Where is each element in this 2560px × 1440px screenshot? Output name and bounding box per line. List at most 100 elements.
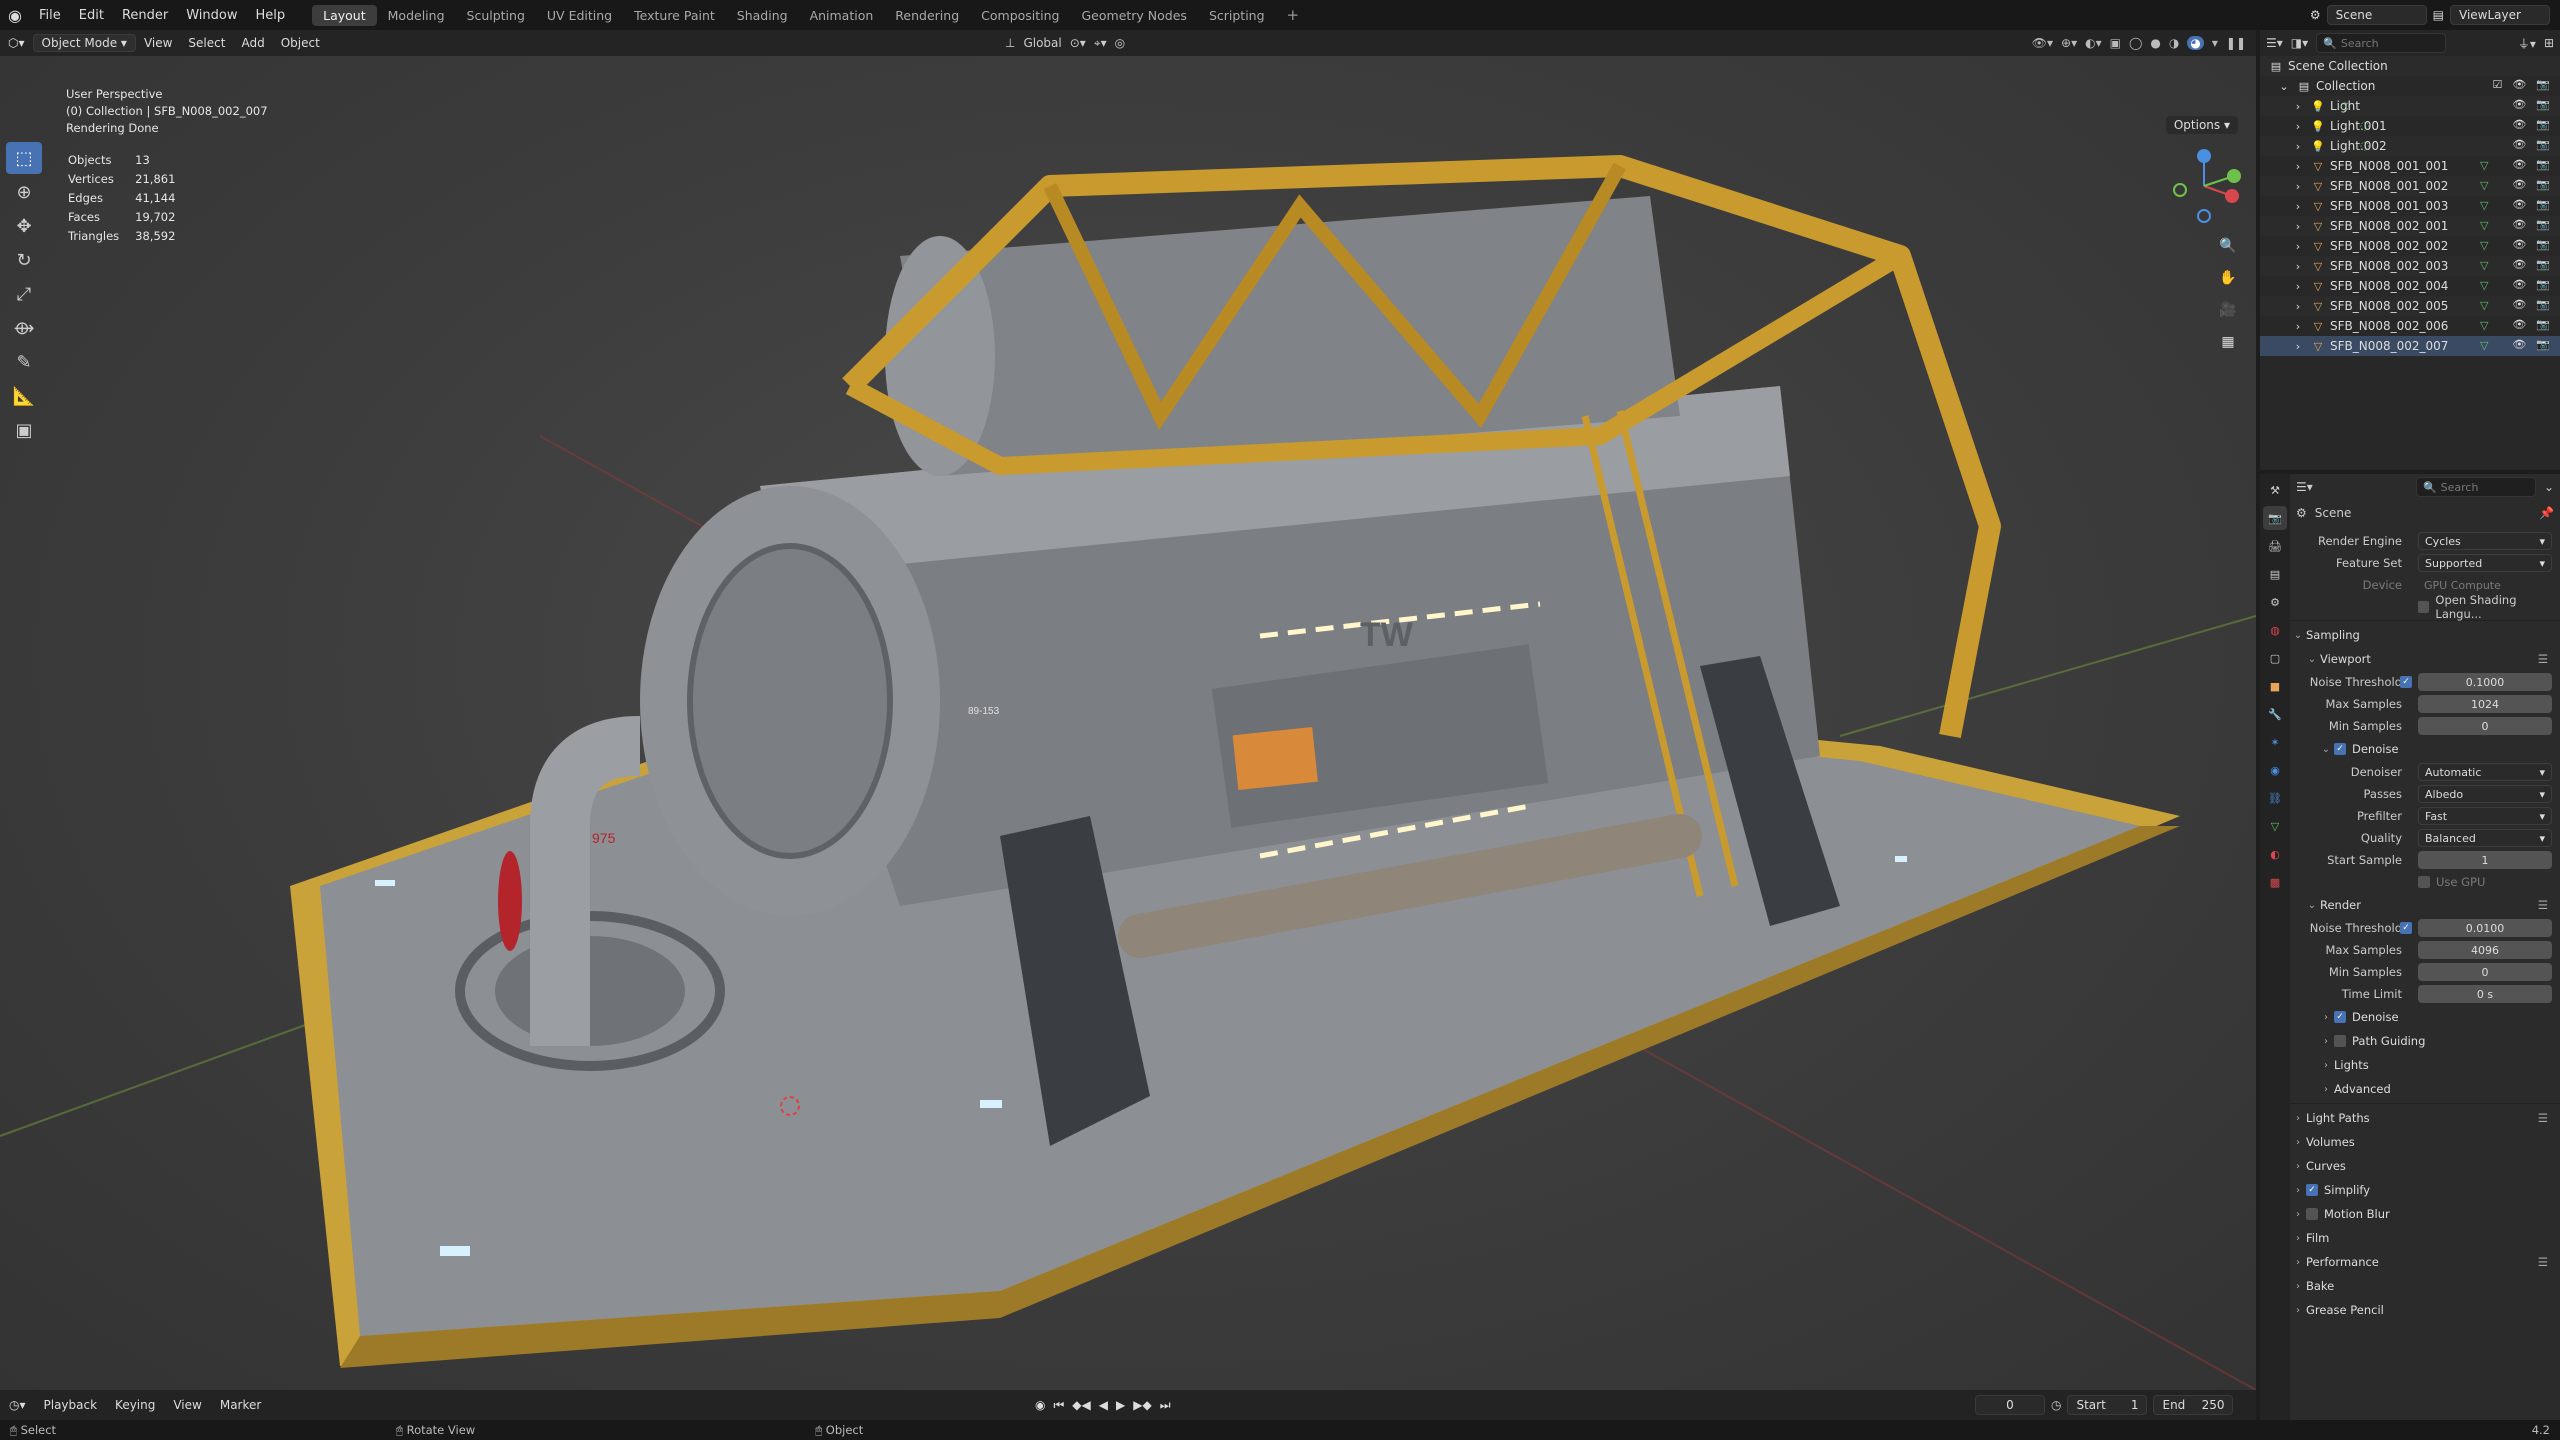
outliner-item[interactable]: › ▽ SFB_N008_002_004 ▽ 👁 📷 (2260, 276, 2560, 296)
cursor-tool-icon[interactable]: ⊕ (6, 176, 42, 208)
outliner-item[interactable]: › ▽ SFB_N008_002_005 ▽ 👁 📷 (2260, 296, 2560, 316)
blender-logo-icon[interactable]: ◉ (0, 0, 30, 30)
pivot-icon[interactable]: ⊙▾ (1070, 36, 1086, 50)
add-workspace-icon[interactable]: + (1276, 3, 1311, 27)
start-frame-field[interactable]: Start 1 (2067, 1395, 2148, 1415)
tab-uv-editing[interactable]: UV Editing (536, 5, 623, 26)
viewport-max-samples-field[interactable]: 1024 (2418, 695, 2552, 713)
solid-shading-icon[interactable]: ● (2150, 36, 2160, 50)
chevron-down-icon[interactable]: ⌄ (2544, 480, 2554, 494)
feature-set-dropdown[interactable]: Supported ▾ (2418, 554, 2552, 572)
move-tool-icon[interactable]: ✥ (6, 210, 42, 242)
measure-tool-icon[interactable]: 📐 (6, 380, 42, 412)
eye-icon[interactable]: 👁 (2512, 98, 2526, 111)
viewport-min-samples-field[interactable]: 0 (2418, 717, 2552, 735)
object-tab-icon[interactable]: ■ (2263, 674, 2287, 698)
tab-shading[interactable]: Shading (726, 5, 799, 26)
outliner-item[interactable]: › 💡 Light.002 ◌ 👁 📷 (2260, 136, 2560, 156)
eye-icon[interactable]: 👁 (2512, 178, 2526, 191)
menu-edit[interactable]: Edit (70, 8, 113, 23)
prefilter-dropdown[interactable]: Fast ▾ (2418, 807, 2552, 825)
render-noise-threshold-field[interactable]: 0.0100 (2418, 919, 2552, 937)
add-cube-tool-icon[interactable]: ▣ (6, 414, 42, 446)
performance-panel[interactable]: › Performance ☰ (2290, 1250, 2560, 1274)
editor-type-icon[interactable]: ☰▾ (2296, 480, 2313, 494)
checkbox-icon[interactable]: ✓ (2306, 1184, 2318, 1196)
simplify-panel[interactable]: › ✓ Simplify (2290, 1178, 2560, 1202)
next-keyframe-icon[interactable]: ▶◆ (1133, 1398, 1151, 1412)
ortho-grid-icon[interactable]: ▦ (2214, 328, 2242, 356)
constraints-tab-icon[interactable]: ⛓ (2263, 786, 2287, 810)
options-dropdown[interactable]: Options ▾ (2165, 116, 2238, 134)
camera-icon[interactable]: 📷 (2536, 178, 2550, 191)
use-gpu-checkbox[interactable]: Use GPU (2418, 875, 2485, 889)
chevron-right-icon[interactable]: › (2290, 260, 2306, 273)
menu-help[interactable]: Help (247, 8, 295, 23)
tab-sculpting[interactable]: Sculpting (456, 5, 536, 26)
outliner-item[interactable]: › ▽ SFB_N008_001_003 ▽ 👁 📷 (2260, 196, 2560, 216)
film-panel[interactable]: › Film (2290, 1226, 2560, 1250)
eye-icon[interactable]: 👁 (2512, 338, 2526, 351)
camera-icon[interactable]: 📷 (2536, 78, 2550, 91)
world-tab-icon[interactable]: ◍ (2263, 618, 2287, 642)
eye-icon[interactable]: 👁 (2512, 318, 2526, 331)
outliner-item[interactable]: › 💡 Light ◌ 👁 📷 (2260, 96, 2560, 116)
render-subpanel-header[interactable]: ⌄ Render ☰ (2290, 893, 2560, 917)
camera-icon[interactable]: 📷 (2536, 218, 2550, 231)
modifier-tab-icon[interactable]: 🔧 (2263, 702, 2287, 726)
path-guiding-header[interactable]: › Path Guiding (2290, 1029, 2560, 1053)
checkbox-icon[interactable]: ☑ (2492, 78, 2502, 91)
editor-type-icon[interactable]: ⬡▾ (0, 34, 33, 52)
camera-icon[interactable]: 📷 (2536, 298, 2550, 311)
eye-icon[interactable]: 👁 (2512, 278, 2526, 291)
menu-object[interactable]: Object (273, 34, 328, 52)
pan-hand-icon[interactable]: ✋ (2214, 264, 2242, 292)
material-tab-icon[interactable]: ◐ (2263, 842, 2287, 866)
eye-icon[interactable]: 👁 (2512, 198, 2526, 211)
outliner-item[interactable]: › ▽ SFB_N008_002_003 ▽ 👁 📷 (2260, 256, 2560, 276)
wireframe-shading-icon[interactable]: ◯ (2129, 36, 2142, 50)
zoom-icon[interactable]: 🔍 (2214, 232, 2242, 260)
overlay-icon[interactable]: ◐▾ (2085, 36, 2102, 50)
outliner-item-active[interactable]: › ▽ SFB_N008_002_007 ▽ 👁 📷 (2260, 336, 2560, 356)
play-icon[interactable]: ▶ (1116, 1398, 1125, 1412)
tab-compositing[interactable]: Compositing (970, 5, 1070, 26)
camera-icon[interactable]: 📷 (2536, 258, 2550, 271)
view-layer-field[interactable]: ViewLayer (2450, 5, 2550, 25)
chevron-down-icon[interactable]: ⌄ (2276, 80, 2292, 93)
chevron-right-icon[interactable]: › (2290, 220, 2306, 233)
mode-dropdown[interactable]: Object Mode ▾ (32, 34, 136, 52)
view-layer-tab-icon[interactable]: ▤ (2263, 562, 2287, 586)
clock-icon[interactable]: ◷ (2051, 1398, 2061, 1412)
chevron-right-icon[interactable]: › (2290, 100, 2306, 113)
texture-tab-icon[interactable]: ▩ (2263, 870, 2287, 894)
menu-render[interactable]: Render (113, 8, 177, 23)
eye-icon[interactable]: 👁 (2512, 78, 2526, 91)
filter-icon[interactable]: ⏚▾ (2518, 35, 2536, 52)
collection-tab-icon[interactable]: ▢ (2263, 646, 2287, 670)
scale-tool-icon[interactable]: ⤢ (6, 278, 42, 310)
chevron-right-icon[interactable]: › (2290, 120, 2306, 133)
quality-dropdown[interactable]: Balanced ▾ (2418, 829, 2552, 847)
camera-icon[interactable]: 📷 (2536, 158, 2550, 171)
checkbox-icon[interactable]: ✓ (2334, 1011, 2346, 1023)
chevron-right-icon[interactable]: › (2290, 320, 2306, 333)
jump-start-icon[interactable]: ⏮ (1053, 1398, 1064, 1413)
eye-icon[interactable]: 👁 (2512, 238, 2526, 251)
navigation-gizmo[interactable] (2164, 146, 2244, 226)
rendered-shading-icon[interactable]: ◕ (2187, 36, 2204, 50)
camera-icon[interactable]: 📷 (2536, 138, 2550, 151)
jump-end-icon[interactable]: ⏭ (1160, 1398, 1171, 1413)
editor-type-icon[interactable]: ☰▾ (2266, 36, 2283, 50)
camera-icon[interactable]: 📷 (2536, 98, 2550, 111)
checkbox-icon[interactable] (2306, 1208, 2318, 1220)
eye-icon[interactable]: 👁 (2512, 158, 2526, 171)
record-icon[interactable]: ◉ (1035, 1398, 1045, 1412)
camera-view-icon[interactable]: 🎥 (2214, 296, 2242, 324)
bake-panel[interactable]: › Bake (2290, 1274, 2560, 1298)
data-tab-icon[interactable]: ▽ (2263, 814, 2287, 838)
camera-icon[interactable]: 📷 (2536, 118, 2550, 131)
eye-icon[interactable]: 👁 (2512, 218, 2526, 231)
presets-list-icon[interactable]: ☰ (2538, 1255, 2548, 1269)
editor-type-icon[interactable]: ◷▾ (0, 1398, 35, 1412)
